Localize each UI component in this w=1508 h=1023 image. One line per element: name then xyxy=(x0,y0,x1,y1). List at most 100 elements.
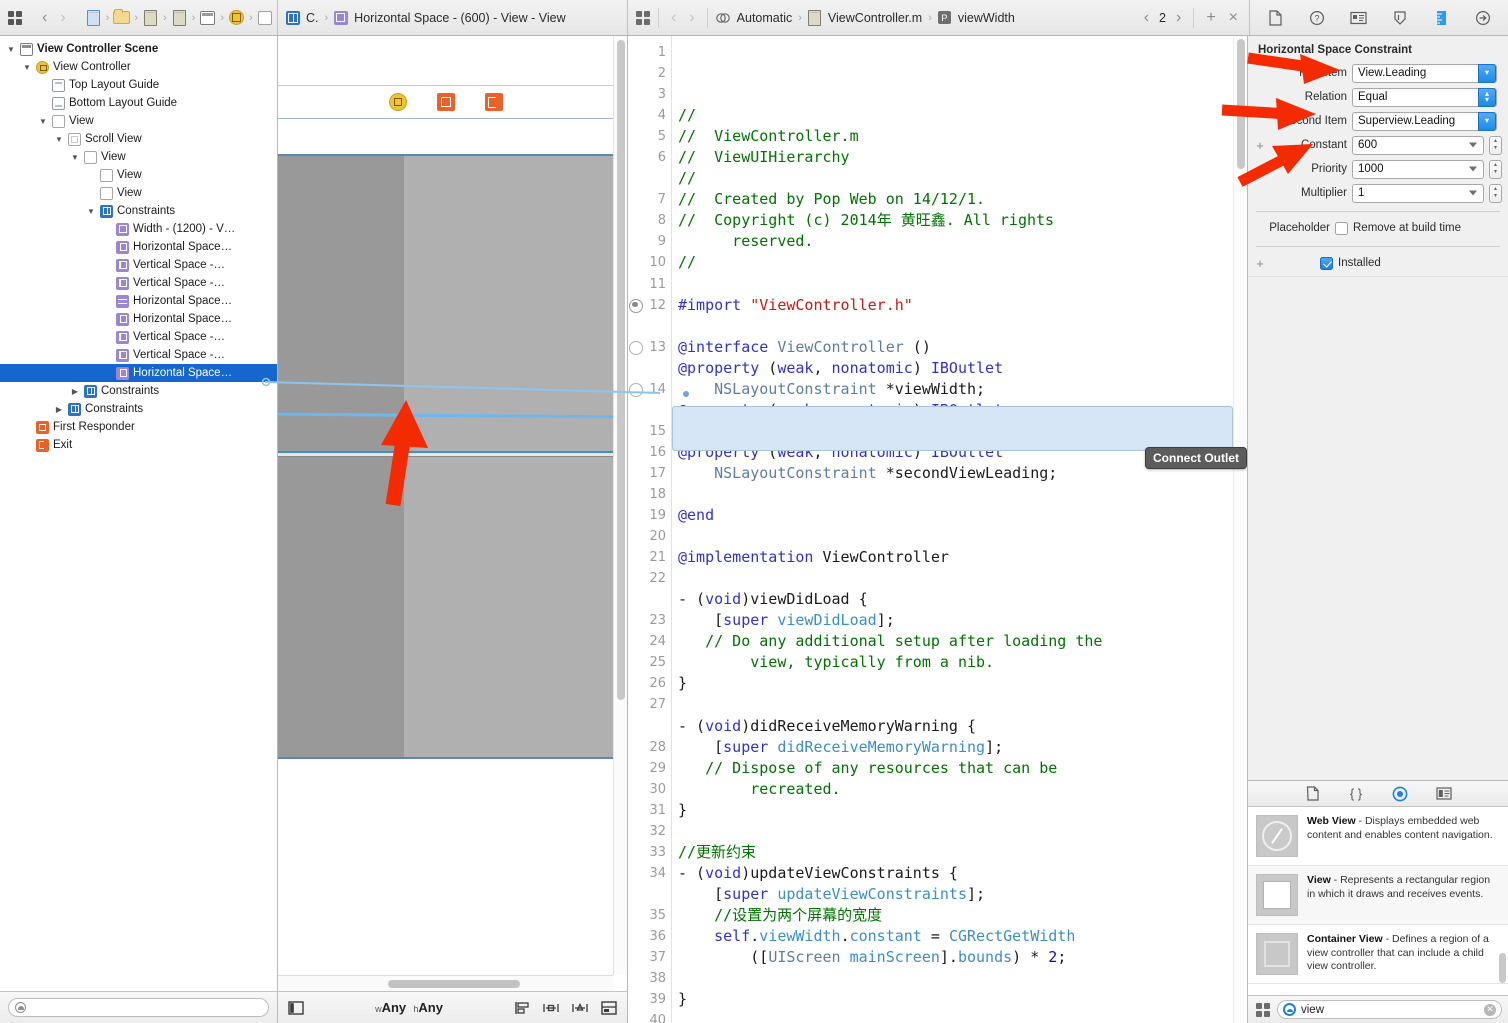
line-number[interactable]: 35 xyxy=(628,905,671,926)
line-number[interactable]: 18 xyxy=(628,484,671,505)
file-template-library-icon[interactable] xyxy=(1303,786,1321,802)
line-number[interactable]: 15 xyxy=(628,421,671,442)
line-number[interactable]: 16 xyxy=(628,442,671,463)
line-number[interactable]: 25 xyxy=(628,652,671,673)
combo-field[interactable]: 600 xyxy=(1352,135,1484,155)
code-line[interactable]: @property (weak, nonatomic) IBOutlet NSL… xyxy=(678,400,1247,442)
library-item[interactable]: Web View - Displays embedded web content… xyxy=(1248,807,1508,866)
navigator-jump-bar[interactable]: ‹ › › › › › › › › › › xyxy=(0,0,278,35)
folder-icon[interactable] xyxy=(113,9,131,26)
code-line[interactable]: #import "ViewController.h" xyxy=(678,295,1247,316)
navigator-filter-field[interactable] xyxy=(8,998,269,1017)
outline-row[interactable]: ▼ Constraints xyxy=(0,202,277,220)
editor-symbol-label[interactable]: viewWidth xyxy=(956,11,1017,25)
code-line[interactable]: // Do any additional setup after loading… xyxy=(678,631,1247,673)
code-line[interactable] xyxy=(678,1010,1247,1023)
source-code-text[interactable]: //// ViewController.m// ViewUIHierarchy /… xyxy=(672,36,1247,1023)
line-number[interactable]: 28 xyxy=(628,737,671,758)
project-document-icon[interactable] xyxy=(85,9,102,26)
line-number[interactable]: 1 xyxy=(628,42,671,63)
stepper-control[interactable]: ▴ ▾ xyxy=(1489,135,1502,155)
outline-row[interactable]: Width - (1200) - V… xyxy=(0,220,277,238)
first-responder-dock-icon[interactable] xyxy=(436,93,455,111)
disclosure-expanded-icon[interactable]: ▼ xyxy=(54,135,64,144)
line-number[interactable]: 30 xyxy=(628,779,671,800)
storyboard-icon[interactable] xyxy=(199,9,216,26)
line-number[interactable]: 17 xyxy=(628,463,671,484)
code-line[interactable]: self.viewWidth.constant = CGRectGetWidth… xyxy=(678,926,1247,968)
document-icon[interactable] xyxy=(171,9,188,26)
code-line[interactable]: // xyxy=(678,105,1247,126)
code-line[interactable]: //更新约束 xyxy=(678,842,1247,863)
outline-row[interactable]: ▼ Scroll View xyxy=(0,130,277,148)
editor-back-button[interactable]: ‹ xyxy=(666,9,681,27)
line-number[interactable]: 24 xyxy=(628,631,671,652)
line-number[interactable]: 38 xyxy=(628,968,671,989)
outline-row[interactable]: Bottom Layout Guide xyxy=(0,94,277,112)
line-number[interactable]: 14 xyxy=(628,379,671,421)
outline-row[interactable]: ▼ View Controller Scene xyxy=(0,40,277,58)
add-installed-variation-button[interactable]: + xyxy=(1254,256,1266,271)
line-number[interactable]: 23 xyxy=(628,610,671,631)
attributes-inspector-icon[interactable] xyxy=(1391,9,1408,26)
outline-row[interactable]: ▼ View Controller xyxy=(0,58,277,76)
code-line[interactable]: } xyxy=(678,800,1247,821)
scrollbar-thumb[interactable] xyxy=(1237,39,1245,169)
caret-down-icon[interactable] xyxy=(1469,190,1477,196)
line-number[interactable]: 40 xyxy=(628,1010,671,1023)
outline-row[interactable]: View xyxy=(0,184,277,202)
line-number[interactable]: 31 xyxy=(628,800,671,821)
code-line[interactable] xyxy=(678,316,1247,337)
outline-row[interactable]: Vertical Space -… xyxy=(0,346,277,364)
scrollbar-thumb[interactable] xyxy=(617,40,625,700)
code-line[interactable]: // xyxy=(678,168,1247,189)
view-icon[interactable] xyxy=(257,9,274,26)
objc-file-icon[interactable] xyxy=(806,9,823,26)
resizing-behavior-icon[interactable] xyxy=(601,1000,617,1015)
outline-row[interactable]: Vertical Space -… xyxy=(0,256,277,274)
library-search-field[interactable]: view ✕ xyxy=(1277,1000,1502,1019)
line-number[interactable]: 34 xyxy=(628,863,671,905)
scrollbar-thumb[interactable] xyxy=(1499,953,1506,983)
clear-search-icon[interactable]: ✕ xyxy=(1484,1003,1496,1016)
outline-row[interactable]: Top Layout Guide xyxy=(0,76,277,94)
stepper-control[interactable]: ▴ ▾ xyxy=(1489,183,1502,203)
line-number[interactable]: 20 xyxy=(628,526,671,547)
combo-field[interactable]: 1 xyxy=(1352,183,1484,203)
code-line[interactable] xyxy=(678,274,1247,295)
chevron-down-icon[interactable]: ▾ xyxy=(1478,63,1496,83)
line-number[interactable]: 10 xyxy=(628,252,671,273)
line-number[interactable]: 9 xyxy=(628,231,671,252)
line-number[interactable]: 13 xyxy=(628,337,671,379)
line-number[interactable]: 21 xyxy=(628,547,671,568)
forward-button[interactable]: › xyxy=(55,9,70,27)
code-line[interactable]: - (void)updateViewConstraints { xyxy=(678,863,1247,884)
library-item-list[interactable]: Web View - Displays embedded web content… xyxy=(1248,807,1508,995)
canvas-scroll-area[interactable] xyxy=(278,36,627,991)
editor-file-label[interactable]: ViewController.m xyxy=(826,11,924,25)
outline-row[interactable]: Exit xyxy=(0,436,277,454)
code-line[interactable] xyxy=(678,968,1247,989)
library-item[interactable]: Container View - Defines a region of a v… xyxy=(1248,925,1508,984)
scrollbar-thumb[interactable] xyxy=(388,980,520,988)
canvas-horizontal-scrollbar[interactable] xyxy=(278,975,613,991)
add-assistant-editor-button[interactable]: + xyxy=(1201,9,1220,27)
quick-help-inspector-icon[interactable]: ? xyxy=(1308,9,1325,26)
installed-checkbox[interactable] xyxy=(1320,256,1333,270)
line-number[interactable]: 6 xyxy=(628,147,671,189)
outline-row[interactable]: Horizontal Space… xyxy=(0,238,277,256)
line-number[interactable]: 4 xyxy=(628,105,671,126)
related-items-icon[interactable] xyxy=(634,9,651,26)
canvas-vertical-scrollbar[interactable] xyxy=(613,36,627,975)
outline-row[interactable]: Vertical Space -… xyxy=(0,274,277,292)
line-number[interactable]: 2 xyxy=(628,63,671,84)
related-items-icon[interactable] xyxy=(6,9,23,26)
disclosure-expanded-icon[interactable]: ▼ xyxy=(22,63,32,72)
line-number[interactable]: 29 xyxy=(628,758,671,779)
close-assistant-editor-button[interactable]: × xyxy=(1224,9,1243,27)
breadcrumb-short[interactable]: C. xyxy=(304,11,321,25)
outline-row[interactable]: ▶ Constraints xyxy=(0,382,277,400)
library-view-mode-icon[interactable] xyxy=(1254,1001,1271,1018)
line-number[interactable]: 22 xyxy=(628,568,671,610)
line-number[interactable]: 32 xyxy=(628,821,671,842)
